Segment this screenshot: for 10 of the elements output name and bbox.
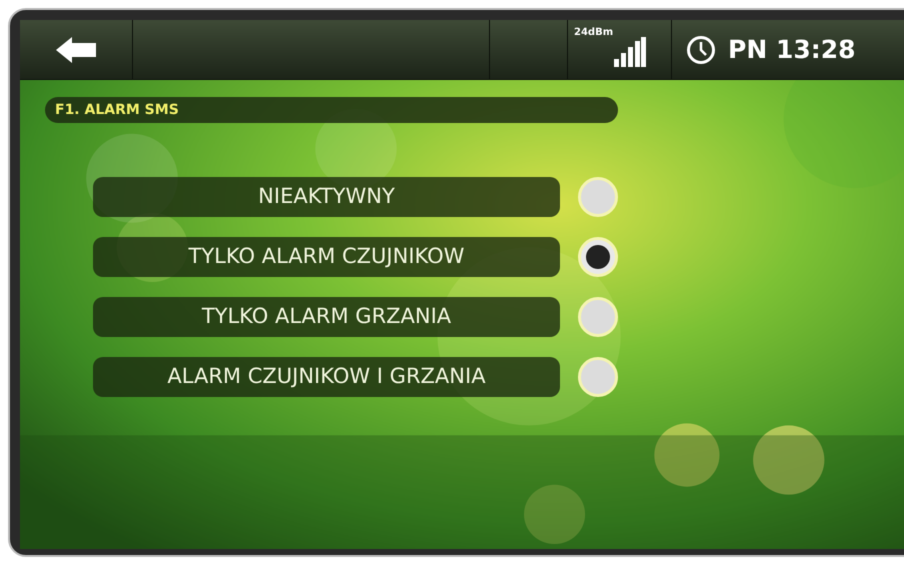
back-arrow-icon <box>56 36 96 62</box>
option-button[interactable]: TYLKO ALARM CZUJNIKOW <box>93 237 560 277</box>
option-button[interactable]: NIEAKTYWNY <box>93 177 560 217</box>
clock-icon <box>686 34 716 64</box>
option-button[interactable]: ALARM CZUJNIKOW I GRZANIA <box>93 357 560 397</box>
signal-label: 24dBm <box>574 26 614 40</box>
clock-text: PN 13:28 <box>728 34 856 66</box>
option-button[interactable]: TYLKO ALARM GRZANIA <box>93 297 560 337</box>
screen-title: F1. ALARM SMS <box>45 97 618 123</box>
signal-icon <box>614 37 646 67</box>
